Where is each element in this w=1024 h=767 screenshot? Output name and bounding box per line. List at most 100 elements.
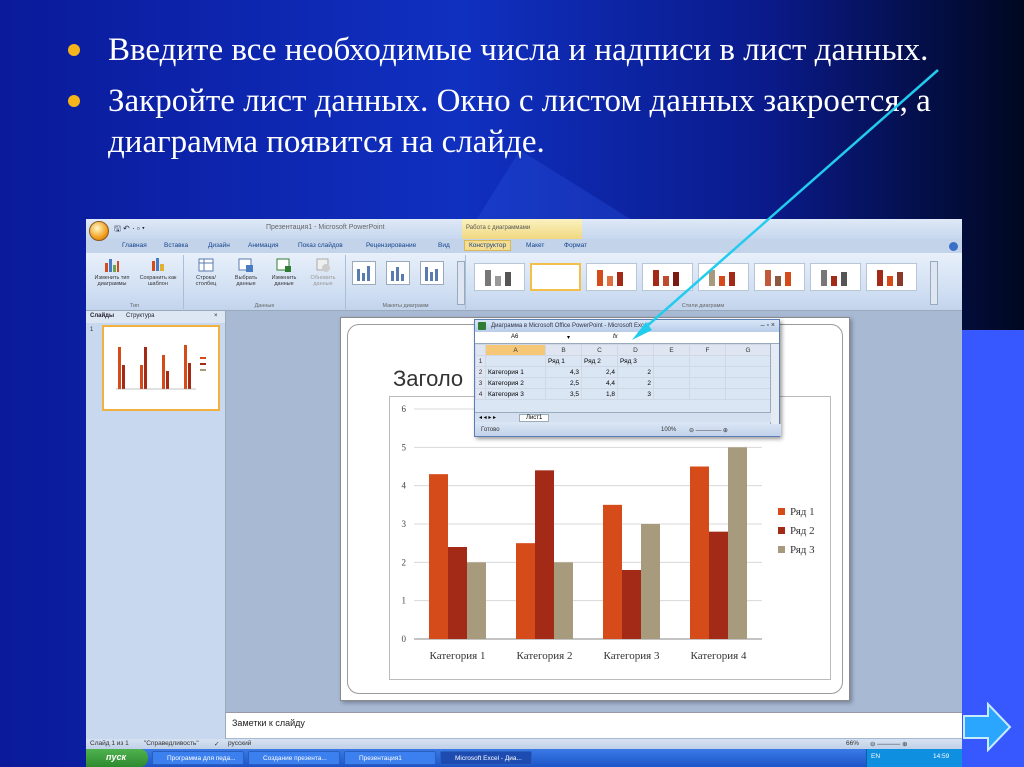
start-button[interactable]: пуск [86, 749, 148, 767]
tab-outline[interactable]: Структура [126, 313, 154, 319]
chart-frame[interactable]: 0 1 2 3 4 5 6 Категория 1 Категория 2 Категория 3… [389, 396, 831, 680]
cell[interactable]: 3,5 [545, 388, 582, 400]
corner-cell[interactable] [475, 344, 486, 356]
styles-scroll[interactable] [930, 261, 938, 305]
next-slide-arrow-icon[interactable] [962, 702, 1012, 752]
help-icon[interactable] [949, 242, 958, 251]
edit-data-button[interactable]: Изменить данные [266, 257, 302, 287]
tab-view[interactable]: Вид [438, 242, 450, 249]
column-header[interactable]: F [689, 344, 726, 356]
panel-close-icon[interactable]: × [214, 313, 218, 319]
chart-style-option[interactable] [754, 263, 805, 291]
tab-format[interactable]: Формат [564, 242, 587, 249]
zoom-slider[interactable]: ⊖ ────── ⊕ [689, 427, 728, 434]
column-header[interactable]: D [617, 344, 654, 356]
row-header[interactable]: 1 [475, 355, 486, 367]
taskbar-button[interactable]: Презентация1 [344, 751, 436, 765]
sheet-tab[interactable]: Лист1 [519, 414, 550, 422]
keyboard-language[interactable]: EN [871, 753, 880, 760]
chart-style-option[interactable] [698, 263, 749, 291]
switch-row-column-button[interactable]: Строка/столбец [186, 257, 226, 287]
chart-layout-option[interactable] [420, 261, 444, 285]
refresh-data-button[interactable]: Обновить данные [304, 257, 342, 287]
excel-window[interactable]: Диаграмма в Microsoft Office PowerPoint … [474, 319, 781, 437]
chart-style-option[interactable] [474, 263, 525, 291]
cell[interactable] [689, 355, 726, 367]
tab-insert[interactable]: Вставка [164, 242, 188, 249]
row-header[interactable]: 2 [475, 366, 486, 378]
window-controls-icon[interactable]: – ▫ × [761, 322, 775, 329]
bar-chart[interactable]: 0 1 2 3 4 5 6 Категория 1 Категория 2 Категория 3… [390, 397, 832, 681]
slide-title-placeholder[interactable]: Заголо [393, 366, 463, 392]
change-chart-type-button[interactable]: Изменить тип диаграммы [90, 257, 134, 287]
chart-style-option[interactable] [866, 263, 917, 291]
slide-thumbnail[interactable] [102, 325, 220, 411]
chart-layout-option[interactable] [386, 261, 410, 285]
cell[interactable]: Ряд 3 [617, 355, 654, 367]
cell[interactable]: Категория 2 [485, 377, 546, 389]
select-data-button[interactable]: Выбрать данные [228, 257, 264, 287]
cell[interactable]: 2,4 [581, 366, 618, 378]
row-header[interactable]: 3 [475, 377, 486, 389]
tab-animation[interactable]: Анимация [248, 242, 279, 249]
chart-style-option-selected[interactable] [530, 263, 581, 291]
cell[interactable]: Категория 3 [485, 388, 546, 400]
cell[interactable] [725, 377, 771, 389]
tab-slides[interactable]: Слайды [90, 313, 114, 319]
cell[interactable] [653, 355, 690, 367]
quick-access-toolbar[interactable]: 🖫 ↶ · ▫ ▾ [114, 223, 145, 237]
cell[interactable]: 4,4 [581, 377, 618, 389]
zoom-percent[interactable]: 66% [846, 740, 859, 747]
cell[interactable] [725, 355, 771, 367]
column-header[interactable]: A [485, 344, 546, 356]
taskbar-button[interactable]: Программа для педа... [152, 751, 244, 765]
cell[interactable] [725, 388, 771, 400]
cell[interactable]: Ряд 1 [545, 355, 582, 367]
excel-vertical-scrollbar[interactable] [770, 344, 779, 424]
zoom-slider[interactable]: ⊖ ───── ⊕ [870, 740, 908, 748]
tab-layout[interactable]: Макет [526, 242, 544, 249]
spellcheck-icon[interactable]: ✓ [214, 740, 219, 748]
cell[interactable] [653, 388, 690, 400]
cell[interactable] [689, 366, 726, 378]
cell[interactable]: 1,8 [581, 388, 618, 400]
cell[interactable] [653, 366, 690, 378]
cell[interactable] [485, 355, 546, 367]
tab-home[interactable]: Главная [122, 242, 147, 249]
column-header[interactable]: G [725, 344, 771, 356]
layouts-scroll[interactable] [457, 261, 465, 305]
cell[interactable] [689, 388, 726, 400]
sheet-nav-arrows-icon[interactable]: ◂ ◂ ▸ ▸ [479, 414, 496, 421]
cell[interactable]: 2 [617, 377, 654, 389]
save-template-button[interactable]: Сохранить как шаблон [136, 257, 180, 287]
cell[interactable] [725, 366, 771, 378]
tab-slideshow[interactable]: Показ слайдов [298, 242, 343, 249]
name-box-dropdown-icon[interactable]: ▾ [567, 334, 570, 341]
taskbar-button[interactable]: Microsoft Excel - Диа... [440, 751, 532, 765]
notes-pane[interactable]: Заметки к слайду [226, 712, 962, 738]
chart-style-option[interactable] [586, 263, 637, 291]
cell[interactable] [653, 377, 690, 389]
row-header[interactable]: 4 [475, 388, 486, 400]
cell[interactable]: Ряд 2 [581, 355, 618, 367]
taskbar-button[interactable]: Создание презента... [248, 751, 340, 765]
cell[interactable]: 2 [617, 366, 654, 378]
tab-review[interactable]: Рецензирование [366, 242, 416, 249]
cell[interactable]: Категория 1 [485, 366, 546, 378]
tab-constructor[interactable]: Конструктор [464, 240, 512, 251]
office-button[interactable] [89, 221, 109, 241]
cell[interactable]: 4,3 [545, 366, 582, 378]
language[interactable]: русский [228, 740, 251, 747]
cell[interactable]: 2,5 [545, 377, 582, 389]
cell[interactable]: 3 [617, 388, 654, 400]
fx-icon[interactable]: fx [613, 334, 618, 340]
chart-layout-option[interactable] [352, 261, 376, 285]
chart-style-option[interactable] [642, 263, 693, 291]
chart-style-option[interactable] [810, 263, 861, 291]
cell[interactable] [689, 377, 726, 389]
spreadsheet-grid[interactable]: A B C D E F G 1 Ряд 1 Ряд 2 Ряд 3 2 Кате… [475, 344, 771, 400]
column-header[interactable]: E [653, 344, 690, 356]
column-header[interactable]: C [581, 344, 618, 356]
tab-design[interactable]: Дизайн [208, 242, 230, 249]
column-header[interactable]: B [545, 344, 582, 356]
